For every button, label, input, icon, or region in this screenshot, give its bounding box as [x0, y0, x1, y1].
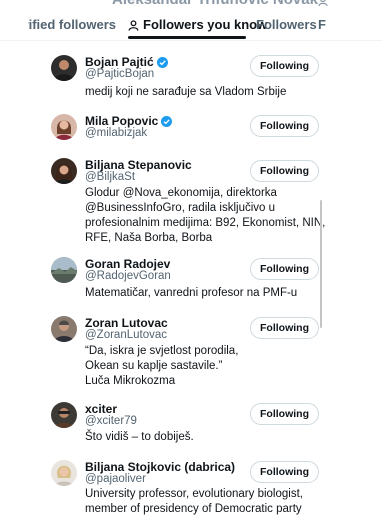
tab-followers-you-know[interactable]: Followers you know — [128, 17, 267, 32]
add-user-icon[interactable] — [318, 0, 330, 7]
top-header: Aleksandar Trifunovic Novak — [0, 0, 382, 10]
following-button[interactable]: Following — [250, 160, 319, 182]
user-bio: “Da, iskra je svjetlost porodila, Okean … — [85, 345, 239, 387]
user-handle[interactable]: @PajticBojan — [85, 68, 154, 80]
person-icon — [128, 20, 139, 31]
user-name[interactable]: Zoran Lutovac — [85, 316, 168, 330]
user-row[interactable]: Biljana Stojkovic (dabrica) @pajaoliver … — [0, 460, 382, 516]
user-row[interactable]: Bojan Pajtić @PajticBojan medij koji ne … — [0, 55, 382, 100]
avatar[interactable] — [51, 55, 77, 81]
user-name[interactable]: Biljana Stepanovic — [85, 158, 192, 172]
user-handle[interactable]: @milabizjak — [85, 127, 147, 139]
avatar[interactable] — [51, 114, 77, 140]
following-button[interactable]: Following — [250, 115, 319, 137]
user-bio: Što vidiš – to dobiješ. — [85, 431, 194, 443]
user-row[interactable]: Zoran Lutovac @ZoranLutovac “Da, iskra j… — [0, 316, 382, 387]
user-row[interactable]: xciter @xciter79 Što vidiš – to dobiješ.… — [0, 402, 382, 446]
verified-badge-icon — [161, 116, 173, 127]
user-bio: University professor, evolutionary biolo… — [85, 488, 303, 515]
tab-followers[interactable]: Followers — [256, 17, 317, 32]
page-title: Aleksandar Trifunovic Novak — [112, 0, 318, 8]
tab-label: Followers you know — [143, 17, 268, 32]
tab-verified-followers[interactable]: Verified followers — [28, 17, 116, 32]
user-name[interactable]: Goran Radojev — [85, 257, 170, 271]
avatar[interactable] — [51, 316, 77, 342]
following-button[interactable]: Following — [250, 258, 319, 280]
following-button[interactable]: Following — [250, 403, 319, 425]
user-bio: Matematičar, vanredni profesor na PMF-u — [85, 287, 298, 299]
active-tab-indicator — [128, 36, 246, 39]
user-handle[interactable]: @BiljkaSt — [85, 171, 135, 183]
user-handle[interactable]: @ZoranLutovac — [85, 329, 167, 341]
verified-badge-icon — [156, 57, 168, 68]
user-row[interactable]: Biljana Stepanovic @BiljkaSt Glodur @Nov… — [0, 158, 382, 244]
scrollbar[interactable] — [320, 200, 322, 328]
user-name[interactable]: Mila Popovic — [85, 114, 173, 128]
user-handle[interactable]: @RadojevGoran — [85, 270, 171, 282]
user-name[interactable]: Bojan Pajtić — [85, 55, 168, 69]
following-button[interactable]: Following — [250, 317, 319, 339]
user-name[interactable]: Biljana Stojkovic (dabrica) — [85, 460, 235, 474]
user-bio: medij koji ne sarađuje sa Vladom Srbije — [85, 86, 287, 98]
following-button[interactable]: Following — [250, 55, 319, 77]
tab-more[interactable]: F — [318, 17, 326, 32]
user-row[interactable]: Mila Popovic @milabizjak Following — [0, 114, 382, 144]
user-bio: Glodur @Nova_ekonomija, direktorka @Busi… — [85, 187, 326, 244]
avatar[interactable] — [51, 158, 77, 184]
tab-bar: Verified followers Followers you know Fo… — [0, 10, 382, 41]
avatar[interactable] — [51, 402, 77, 428]
following-button[interactable]: Following — [250, 461, 319, 483]
user-row[interactable]: Goran Radojev @RadojevGoran Matematičar,… — [0, 257, 382, 301]
avatar[interactable] — [51, 460, 77, 486]
user-name[interactable]: xciter — [85, 402, 117, 416]
user-handle[interactable]: @xciter79 — [85, 415, 137, 427]
avatar[interactable] — [51, 257, 77, 283]
user-handle[interactable]: @pajaoliver — [85, 473, 146, 485]
